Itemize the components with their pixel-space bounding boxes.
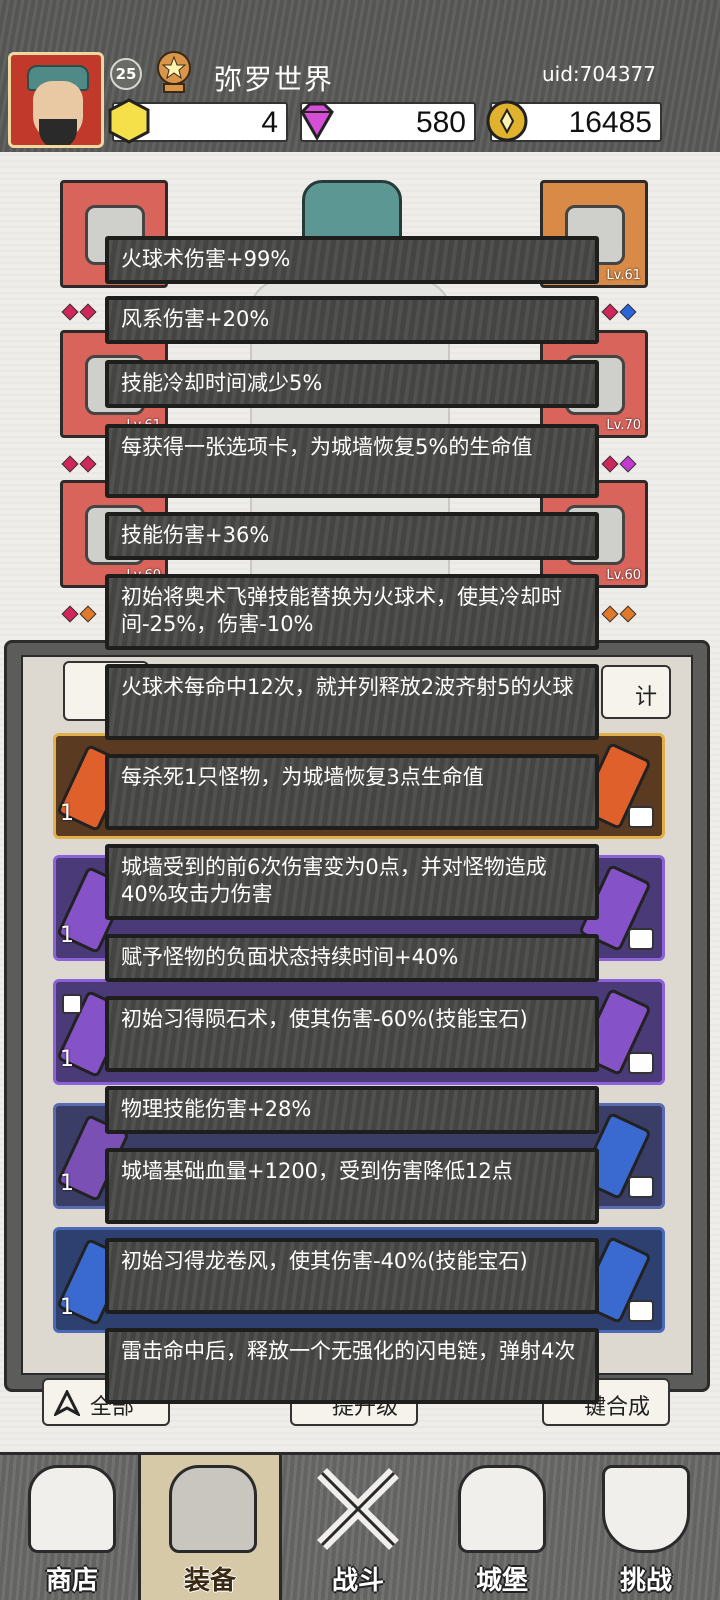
coin-counter[interactable]: 16485 bbox=[486, 100, 662, 142]
effect-line: 每杀死1只怪物，为城墙恢复3点生命值 bbox=[105, 754, 599, 830]
gold-gem-counter[interactable]: 4 bbox=[108, 98, 288, 144]
item-type-icon bbox=[628, 1176, 654, 1198]
effect-line: 初始习得龙卷风，使其伤害-40%(技能宝石) bbox=[105, 1238, 599, 1314]
gem-row bbox=[61, 455, 97, 473]
item-type-icon bbox=[628, 1052, 654, 1074]
crossed-swords-icon bbox=[317, 1468, 399, 1550]
diamond-icon bbox=[300, 102, 334, 142]
gold-gem-value: 4 bbox=[261, 106, 278, 139]
player-avatar[interactable] bbox=[8, 52, 104, 148]
player-level-badge: 25 bbox=[110, 58, 142, 90]
gem-row bbox=[61, 605, 97, 623]
castle-icon bbox=[458, 1465, 546, 1553]
nav-equipment[interactable]: 装备 bbox=[138, 1455, 282, 1600]
item-type-icon bbox=[628, 806, 654, 828]
trophy-icon[interactable] bbox=[152, 50, 196, 96]
effect-line: 雷击命中后，释放一个无强化的闪电链，弹射4次 bbox=[105, 1328, 599, 1404]
gold-gem-icon bbox=[108, 98, 150, 144]
gem-row bbox=[601, 455, 637, 473]
nav-castle[interactable]: 城堡 bbox=[430, 1455, 574, 1600]
item-type-icon bbox=[628, 928, 654, 950]
effect-line: 火球术伤害+99% bbox=[105, 236, 599, 284]
diamond-value: 580 bbox=[415, 106, 466, 139]
player-name: 弥罗世界 bbox=[214, 63, 335, 96]
nav-shop[interactable]: 商店 bbox=[0, 1455, 144, 1600]
bottom-nav: 商店 装备 战斗 城堡 挑战 bbox=[0, 1452, 720, 1600]
effect-line: 技能伤害+36% bbox=[105, 512, 599, 560]
top-bar: 25 弥罗世界 uid:704377 4 580 16485 bbox=[0, 0, 720, 152]
gem-row bbox=[601, 605, 637, 623]
effect-line: 城墙基础血量+1200，受到伤害降低12点 bbox=[105, 1148, 599, 1224]
effect-line: 赋予怪物的负面状态持续时间+40% bbox=[105, 934, 599, 982]
lock-icon[interactable] bbox=[62, 994, 82, 1014]
shield-challenge-icon bbox=[602, 1465, 690, 1553]
nav-challenge[interactable]: 挑战 bbox=[574, 1455, 718, 1600]
diamond-counter[interactable]: 580 bbox=[300, 102, 476, 142]
coin-icon bbox=[486, 100, 528, 142]
item-type-icon bbox=[628, 1300, 654, 1322]
player-uid: uid:704377 bbox=[541, 62, 656, 86]
triangle-up-icon bbox=[54, 1390, 80, 1416]
backpack-icon bbox=[169, 1465, 257, 1553]
effect-line: 初始将奥术飞弹技能替换为火球术，使其冷却时间-25%，伤害-10% bbox=[105, 574, 599, 650]
gem-row bbox=[61, 303, 97, 321]
nav-battle[interactable]: 战斗 bbox=[286, 1455, 430, 1600]
gem-row bbox=[601, 303, 637, 321]
effect-line: 风系伤害+20% bbox=[105, 296, 599, 344]
coin-value: 16485 bbox=[568, 106, 652, 139]
effect-line: 每获得一张选项卡，为城墙恢复5%的生命值 bbox=[105, 424, 599, 498]
shop-icon bbox=[28, 1465, 116, 1553]
effect-line: 初始习得陨石术，使其伤害-60%(技能宝石) bbox=[105, 996, 599, 1072]
stats-button[interactable]: 计 bbox=[601, 665, 671, 719]
effect-line: 技能冷却时间减少5% bbox=[105, 360, 599, 408]
effect-line: 物理技能伤害+28% bbox=[105, 1086, 599, 1134]
effect-line: 城墙受到的前6次伤害变为0点，并对怪物造成40%攻击力伤害 bbox=[105, 844, 599, 920]
effect-line: 火球术每命中12次，就并列释放2波齐射5的火球 bbox=[105, 664, 599, 740]
